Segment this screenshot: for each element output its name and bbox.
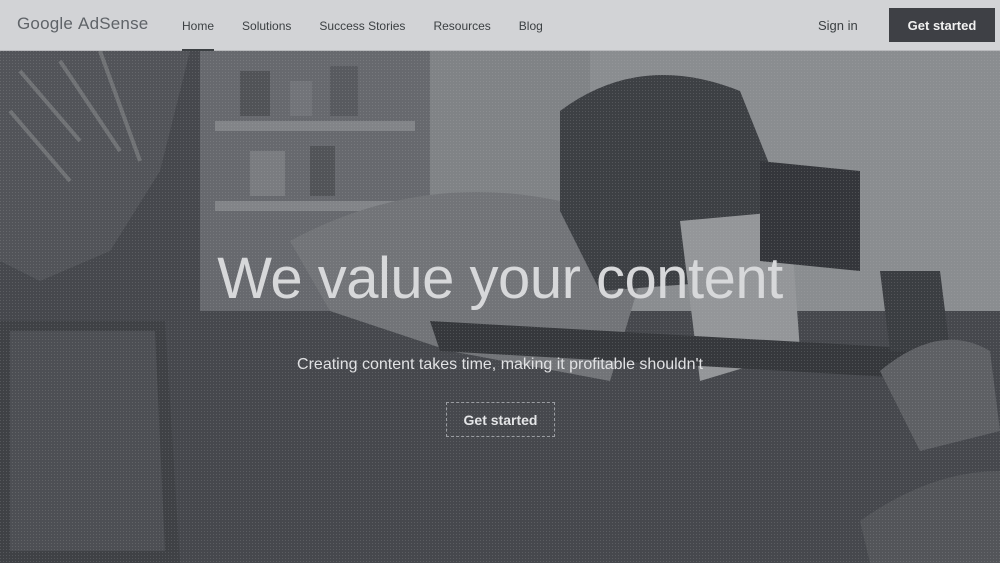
logo-brand: Google bbox=[17, 14, 74, 33]
hero-headline: We value your content bbox=[217, 246, 783, 311]
nav-item-resources[interactable]: Resources bbox=[433, 0, 490, 51]
get-started-hero-button[interactable]: Get started bbox=[446, 402, 555, 437]
hero-section: We value your content Creating content t… bbox=[0, 51, 1000, 563]
sign-in-link[interactable]: Sign in bbox=[818, 0, 858, 51]
nav-item-blog[interactable]: Blog bbox=[519, 0, 543, 51]
nav-item-success-stories[interactable]: Success Stories bbox=[319, 0, 405, 51]
logo-product: AdSense bbox=[78, 14, 149, 33]
get-started-header-button[interactable]: Get started bbox=[889, 8, 995, 42]
primary-nav: Home Solutions Success Stories Resources… bbox=[182, 0, 571, 51]
hero-subheadline: Creating content takes time, making it p… bbox=[297, 356, 703, 373]
adsense-logo[interactable]: Google AdSense bbox=[17, 14, 148, 36]
top-nav-bar: Google AdSense Home Solutions Success St… bbox=[0, 0, 1000, 51]
nav-item-solutions[interactable]: Solutions bbox=[242, 0, 291, 51]
nav-item-home[interactable]: Home bbox=[182, 0, 215, 51]
